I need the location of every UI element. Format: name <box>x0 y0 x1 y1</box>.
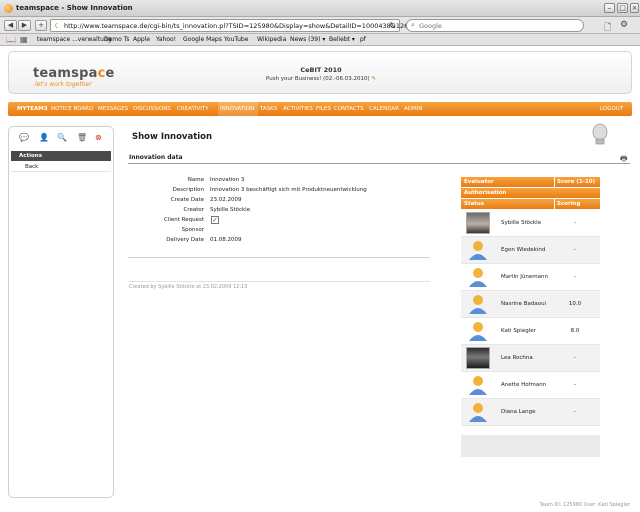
web-page: teamspace let's work together CeBIT 2010… <box>0 47 640 512</box>
search-icon: ⌕ <box>411 21 415 29</box>
main-menu: MYTEAM3 NOTICE BOARD MESSAGES DISCUSSION… <box>8 102 632 116</box>
evaluator-header: Evaluator Score (1-10) <box>461 177 600 187</box>
page-title: Show Innovation <box>132 132 213 142</box>
client-request-checkbox[interactable]: ✓ <box>211 216 219 224</box>
bookmark-item[interactable]: Yahoo! <box>156 36 176 43</box>
event-title: CeBIT 2010 <box>300 66 342 74</box>
avatar <box>466 347 490 369</box>
event-subtitle: Push your Business! (02.-06.03.2010) ✎ <box>266 76 376 82</box>
window-titlebar: teamspace - Show Innovation – □ × <box>0 0 640 17</box>
detail-row-create-date: Create Date 23.02.2009 <box>170 197 242 203</box>
message-icon[interactable]: 💬 <box>19 133 29 142</box>
avatar <box>466 212 490 234</box>
search-box[interactable]: ⌕ <box>406 19 584 32</box>
bookmarks-book-icon[interactable]: 📖 <box>6 35 16 44</box>
menu-creativity[interactable]: CREATIVITY <box>177 106 209 112</box>
menu-myteam3[interactable]: MYTEAM3 <box>17 106 48 112</box>
table-row: Egon Wiedekind - <box>461 237 600 264</box>
menu-messages[interactable]: MESSAGES <box>98 106 128 112</box>
browser-toolbar: ◀ ▶ + ☇ http://www.teamspace.de/cgi-bin/… <box>0 17 640 34</box>
search-icon[interactable]: 🔍 <box>57 133 67 142</box>
bookmark-item[interactable]: teamspace ...verwaltung <box>37 36 112 43</box>
back-arrow-icon[interactable]: ◀ <box>4 20 17 31</box>
delete-icon[interactable]: ⊗ <box>95 133 102 142</box>
authorisation-header: Authorisation <box>461 188 600 198</box>
bookmark-item[interactable]: Demo Ts <box>104 36 130 43</box>
menu-tasks[interactable]: TASKS <box>260 106 277 112</box>
logout-link[interactable]: LOGOUT <box>600 106 623 112</box>
table-row: Anette Hofmann - <box>461 372 600 399</box>
detail-row-sponsor: Sponsor <box>181 227 204 233</box>
menu-contacts[interactable]: CONTACTS <box>334 106 364 112</box>
sidebar-toolbar: 💬 👤 🔍 🗑 ⊗ <box>15 133 109 145</box>
site-banner: teamspace let's work together CeBIT 2010… <box>8 51 632 94</box>
bookmark-item[interactable]: Google Maps <box>183 36 222 43</box>
bookmark-item[interactable]: Apple <box>133 36 150 43</box>
menu-admin[interactable]: ADMIN <box>404 106 422 112</box>
user-icon[interactable]: 👤 <box>39 133 49 142</box>
menu-discussions[interactable]: DISCUSSIONS <box>133 106 171 112</box>
detail-row-client-request: Client Request ✓ <box>163 216 219 224</box>
bookmark-item[interactable]: News (39) ▾ <box>290 36 325 43</box>
detail-row-name: Name Innovation 3 <box>187 177 245 183</box>
default-user-icon <box>469 403 487 422</box>
gear-icon[interactable]: ⚙ <box>620 20 628 30</box>
top-sites-grid-icon[interactable]: ▦ <box>20 35 28 44</box>
bookmark-item[interactable]: pf <box>360 36 366 43</box>
section-divider <box>128 163 630 164</box>
search-input[interactable] <box>419 21 569 31</box>
bookmark-item[interactable]: YouTube <box>224 36 248 43</box>
menu-innovation[interactable]: INNOVATION <box>220 106 254 112</box>
evaluator-table-footer <box>461 435 600 457</box>
address-url: http://www.teamspace.de/cgi-bin/ts_innov… <box>64 22 438 30</box>
created-by-text: Created by Sybille Stöckle at 23.02.2009… <box>129 284 248 290</box>
menu-notice-board[interactable]: NOTICE BOARD <box>51 106 93 112</box>
section-title: Innovation data <box>129 154 183 161</box>
close-button[interactable]: × <box>630 3 639 13</box>
table-row: Lea Rochna - <box>461 345 600 372</box>
sidebar-heading: Actions <box>11 151 111 161</box>
default-user-icon <box>469 268 487 287</box>
reload-icon[interactable]: ↻ <box>389 21 396 30</box>
detail-row-delivery-date: Delivery Date 01.08.2009 <box>166 237 242 243</box>
table-row: Nasrine Badaoui 10.0 <box>461 291 600 318</box>
maximize-button[interactable]: □ <box>617 3 628 13</box>
details-divider <box>128 257 430 258</box>
window-title: teamspace - Show Innovation <box>16 4 133 12</box>
table-row: Kati Spiegler 8.0 <box>461 318 600 345</box>
lightbulb-icon <box>592 123 608 145</box>
print-icon[interactable]: 🖶 <box>620 153 628 167</box>
edit-pencil-icon[interactable]: ✎ <box>371 76 376 82</box>
trash-icon[interactable]: 🗑 <box>77 133 87 142</box>
table-row: Diana Lange - <box>461 399 600 426</box>
address-bar[interactable]: ☇ http://www.teamspace.de/cgi-bin/ts_inn… <box>50 19 437 32</box>
site-favicon-icon: ☇ <box>54 22 59 30</box>
default-user-icon <box>469 241 487 260</box>
menu-activities[interactable]: ACTIVITIES <box>283 106 313 112</box>
menu-calendar[interactable]: CALENDAR <box>369 106 399 112</box>
bookmarks-bar: 📖 ▦ teamspace ...verwaltung Demo Ts Appl… <box>0 34 640 46</box>
new-tab-plus-icon[interactable]: + <box>35 20 47 31</box>
menu-files[interactable]: FILES <box>316 106 331 112</box>
forward-arrow-icon[interactable]: ▶ <box>18 20 31 31</box>
table-row: Sybille Stöckle - <box>461 210 600 237</box>
status-header: Status Scoring <box>461 199 600 209</box>
browser-app-icon <box>4 4 13 13</box>
detail-row-description: Description Innovation 3 beschäftigt sic… <box>172 187 367 193</box>
table-row: Martin Jünemann - <box>461 264 600 291</box>
default-user-icon <box>469 322 487 341</box>
bookmark-item[interactable]: Wikipedia <box>257 36 286 43</box>
created-divider <box>128 281 430 282</box>
back-link[interactable]: Back <box>11 162 111 172</box>
logo-tagline: let's work together <box>35 81 92 88</box>
actions-sidebar: 💬 👤 🔍 🗑 ⊗ Actions Back <box>8 126 114 498</box>
detail-row-creator: Creator Sybille Stöckle <box>183 207 251 213</box>
bookmark-item[interactable]: Beliebt ▾ <box>329 36 355 43</box>
default-user-icon <box>469 376 487 395</box>
minimize-button[interactable]: – <box>604 3 615 13</box>
default-user-icon <box>469 295 487 314</box>
status-footer: Team ID: 125980 User: Kati Spiegler <box>539 502 630 508</box>
